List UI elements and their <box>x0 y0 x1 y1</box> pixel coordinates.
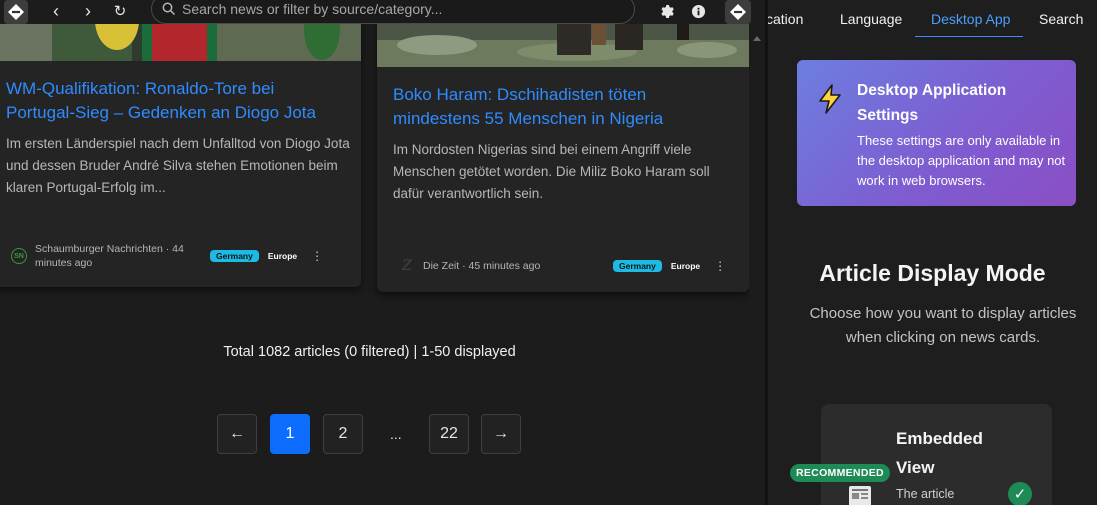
page-button-1[interactable]: 1 <box>270 414 310 454</box>
active-tab-indicator <box>915 36 1023 37</box>
search-input[interactable] <box>182 1 612 17</box>
settings-panel: cation Language Desktop App Search Deskt… <box>768 0 1097 505</box>
news-app: ‹ › ↻ WM-Qualifikation: Rona <box>0 0 765 505</box>
option-title: Embedded View <box>896 429 983 477</box>
country-badge[interactable]: Germany <box>613 260 662 272</box>
reload-button[interactable]: ↻ <box>109 0 131 22</box>
alert-title: Desktop Application Settings <box>857 82 1007 124</box>
region-label: Europe <box>267 251 298 261</box>
back-button[interactable]: ‹ <box>45 0 67 22</box>
source-logo-icon: SN <box>11 248 27 264</box>
desktop-settings-alert: Desktop Application Settings These setti… <box>797 60 1076 206</box>
extension-logo-icon[interactable] <box>725 0 751 24</box>
app-logo-icon[interactable] <box>4 0 28 24</box>
settings-tabs: cation Language Desktop App Search <box>768 0 1097 38</box>
selected-check-icon: ✓ <box>1008 482 1032 505</box>
recommended-badge: RECOMMENDED <box>790 464 890 482</box>
alert-text: These settings are only available in the… <box>857 133 1066 188</box>
more-options-icon[interactable]: ⋮ <box>311 249 323 263</box>
page-button-22[interactable]: 22 <box>429 414 469 454</box>
next-page-button[interactable]: → <box>481 414 521 454</box>
forward-button[interactable]: › <box>77 0 99 22</box>
pagination-ellipsis: ... <box>390 426 402 442</box>
search-icon <box>162 2 176 16</box>
tab-notification[interactable]: cation <box>768 11 803 27</box>
prev-page-button[interactable]: ← <box>217 414 257 454</box>
tab-search[interactable]: Search <box>1039 11 1083 27</box>
info-icon[interactable] <box>687 0 709 22</box>
source-meta: Schaumburger Nachrichten · 44 minutes ag… <box>35 243 184 269</box>
more-options-icon[interactable]: ⋮ <box>714 259 726 273</box>
article-description: Im ersten Länderspiel nach dem Unfalltod… <box>6 136 350 195</box>
region-label: Europe <box>670 261 701 271</box>
gear-icon[interactable] <box>655 0 677 22</box>
page-button-2[interactable]: 2 <box>323 414 363 454</box>
search-box[interactable] <box>151 0 635 24</box>
article-title[interactable]: WM-Qualifikation: Ronaldo-Tore bei Portu… <box>6 77 346 125</box>
source-meta: Die Zeit · 45 minutes ago <box>423 260 541 272</box>
section-description: Choose how you want to display articles … <box>809 305 1077 346</box>
lightning-icon <box>819 84 841 114</box>
toolbar: ‹ › ↻ <box>0 0 765 24</box>
news-card[interactable]: Boko Haram: Dschihadisten töten mindeste… <box>377 0 749 292</box>
scrollbar[interactable] <box>749 24 765 505</box>
article-title[interactable]: Boko Haram: Dschihadisten töten mindeste… <box>393 83 723 131</box>
tab-desktop-app[interactable]: Desktop App <box>931 11 1010 27</box>
source-logo-icon: Z <box>402 258 412 274</box>
newspaper-icon <box>848 484 874 505</box>
country-badge[interactable]: Germany <box>210 250 259 262</box>
news-card[interactable]: WM-Qualifikation: Ronaldo-Tore bei Portu… <box>0 0 361 287</box>
card-footer: SN Schaumburger Nachrichten · 44 minutes… <box>11 242 351 270</box>
card-footer: Z Die Zeit · 45 minutes ago Germany Euro… <box>399 258 739 274</box>
scroll-up-icon[interactable] <box>753 36 761 41</box>
article-description: Im Nordosten Nigerias sind bei einem Ang… <box>393 142 710 201</box>
articles-summary: Total 1082 articles (0 filtered) | 1-50 … <box>223 344 516 360</box>
tab-language[interactable]: Language <box>840 11 902 27</box>
section-title: Article Display Mode <box>819 260 1046 286</box>
option-description: The article <box>896 487 955 501</box>
